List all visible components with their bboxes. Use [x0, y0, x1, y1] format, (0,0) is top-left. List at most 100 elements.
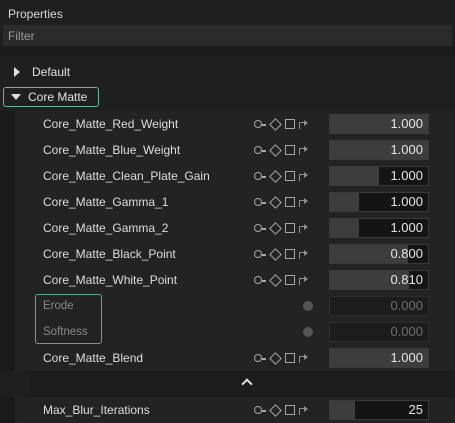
reset-square-icon[interactable] — [285, 275, 295, 285]
link-arrow-icon[interactable] — [298, 119, 308, 129]
row-icons — [254, 169, 308, 183]
triangle-right-icon[interactable] — [14, 67, 20, 77]
row-gutter — [0, 293, 15, 319]
reset-square-icon[interactable] — [285, 145, 295, 155]
keyframe-key-icon[interactable] — [254, 353, 266, 363]
value-slider-field[interactable]: 1.000 — [329, 348, 429, 368]
reset-square-icon[interactable] — [285, 119, 295, 129]
keyframe-key-icon[interactable] — [254, 405, 266, 415]
keyframe-diamond-icon[interactable] — [269, 351, 282, 365]
link-arrow-icon[interactable] — [298, 145, 308, 155]
value-slider-field[interactable]: 1.000 — [329, 218, 429, 238]
value-text: 1.000 — [390, 220, 423, 235]
property-row: Core_Matte_Red_Weight 1.000 — [0, 111, 455, 137]
reset-square-icon[interactable] — [285, 171, 295, 181]
value-slider-field[interactable]: 0.800 — [329, 244, 429, 264]
row-gutter — [0, 111, 15, 137]
row-indent — [15, 397, 30, 423]
property-label: Core_Matte_Blue_Weight — [43, 143, 181, 157]
row-icons — [254, 351, 308, 365]
row-icons — [254, 273, 308, 287]
reset-square-icon[interactable] — [285, 405, 295, 415]
group-core-matte[interactable]: Core Matte — [3, 87, 99, 107]
property-row: Core_Matte_White_Point 0.810 — [0, 267, 455, 293]
row-indent — [15, 111, 30, 137]
keyframe-diamond-icon[interactable] — [269, 117, 282, 131]
erode-softness-highlight — [35, 294, 102, 344]
keyframe-diamond-icon[interactable] — [269, 221, 282, 235]
value-text: 0.000 — [390, 324, 423, 339]
value-slider-field[interactable]: 1.000 — [329, 192, 429, 212]
value-slider-field: 0.000 — [329, 296, 429, 316]
panel-separator — [0, 47, 455, 58]
value-slider-field[interactable]: 25 — [329, 400, 429, 420]
keyframe-diamond-icon[interactable] — [269, 195, 282, 209]
value-text: 0.810 — [390, 272, 423, 287]
property-label: Core_Matte_Gamma_2 — [43, 221, 169, 235]
row-gutter — [0, 215, 15, 241]
value-text: 1.000 — [390, 350, 423, 365]
reset-square-icon[interactable] — [285, 249, 295, 259]
row-icons — [254, 247, 308, 261]
link-arrow-icon[interactable] — [298, 405, 308, 415]
reset-square-icon[interactable] — [285, 223, 295, 233]
keyframe-diamond-icon[interactable] — [269, 273, 282, 287]
property-row: Core_Matte_Gamma_1 1.000 — [0, 189, 455, 215]
value-slider-field[interactable]: 1.000 — [329, 114, 429, 134]
reset-square-icon[interactable] — [285, 197, 295, 207]
row-gutter — [0, 241, 15, 267]
link-arrow-icon[interactable] — [298, 275, 308, 285]
row-indent — [15, 293, 30, 319]
row-indent — [15, 267, 30, 293]
row-gutter — [0, 137, 15, 163]
property-row: Core_Matte_Black_Point 0.800 — [0, 241, 455, 267]
value-text: 1.000 — [390, 116, 423, 131]
keyframe-diamond-icon[interactable] — [269, 247, 282, 261]
row-indent — [15, 163, 30, 189]
property-label: Max_Blur_Iterations — [43, 403, 150, 417]
value-text: 25 — [408, 402, 423, 417]
keyframe-key-icon[interactable] — [254, 249, 266, 259]
row-indent — [15, 137, 30, 163]
keyframe-diamond-icon[interactable] — [269, 143, 282, 157]
value-slider-field[interactable]: 1.000 — [329, 140, 429, 160]
link-arrow-icon[interactable] — [298, 249, 308, 259]
link-arrow-icon[interactable] — [298, 171, 308, 181]
chevron-up-icon[interactable] — [241, 378, 253, 390]
row-indent — [15, 345, 30, 371]
row-indent — [15, 241, 30, 267]
keyframe-key-icon[interactable] — [254, 119, 266, 129]
property-row: Core_Matte_Blue_Weight 1.000 — [0, 137, 455, 163]
keyframe-key-icon[interactable] — [254, 171, 266, 181]
keyframe-key-icon[interactable] — [254, 197, 266, 207]
property-label: Core_Matte_Blend — [43, 351, 144, 365]
link-arrow-icon[interactable] — [298, 353, 308, 363]
keyframe-diamond-icon[interactable] — [269, 403, 282, 417]
row-indent — [15, 189, 30, 215]
row-indent — [15, 215, 30, 241]
property-row: Core_Matte_Gamma_2 1.000 — [0, 215, 455, 241]
link-arrow-icon[interactable] — [298, 223, 308, 233]
keyframe-key-icon[interactable] — [254, 275, 266, 285]
keyframe-diamond-icon[interactable] — [269, 169, 282, 183]
value-text: 0.800 — [390, 246, 423, 261]
row-gutter — [0, 345, 15, 371]
property-label: Core_Matte_Black_Point — [43, 247, 176, 261]
filter-input[interactable] — [3, 25, 452, 46]
properties-panel-title: Properties — [0, 0, 455, 24]
keyframe-key-icon[interactable] — [254, 223, 266, 233]
slider-fill — [330, 167, 379, 185]
collapse-section-row[interactable] — [30, 371, 455, 397]
slider-fill — [330, 219, 360, 237]
value-slider-field[interactable]: 1.000 — [329, 166, 429, 186]
property-label: Core_Matte_White_Point — [43, 273, 178, 287]
keyframe-key-icon[interactable] — [254, 145, 266, 155]
link-arrow-icon[interactable] — [298, 197, 308, 207]
slider-fill — [330, 401, 355, 419]
property-label: Core_Matte_Red_Weight — [43, 117, 179, 131]
group-default[interactable]: Default — [0, 60, 455, 84]
value-slider-field[interactable]: 0.810 — [329, 270, 429, 290]
value-text: 1.000 — [390, 194, 423, 209]
triangle-down-icon[interactable] — [11, 94, 21, 100]
reset-square-icon[interactable] — [285, 353, 295, 363]
